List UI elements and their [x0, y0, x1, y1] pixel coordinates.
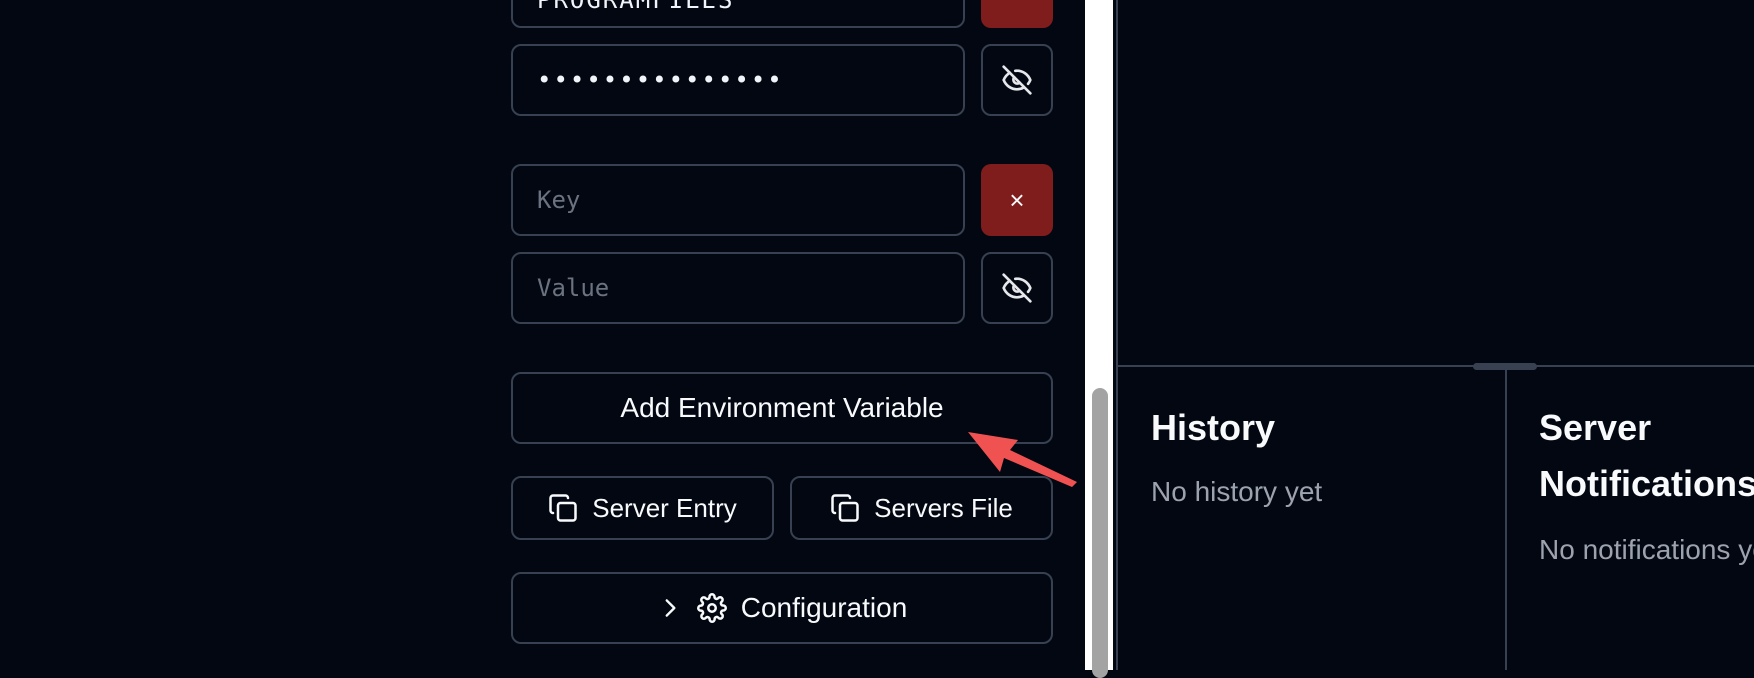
env-value-field-1[interactable]: •••••••••••••••: [511, 44, 965, 116]
notifications-title-line2: Notifications: [1539, 463, 1754, 504]
configuration-label: Configuration: [740, 592, 908, 623]
remove-env-var-button-1[interactable]: [981, 0, 1053, 28]
copy-server-entry-button[interactable]: Server Entry: [511, 476, 774, 540]
chevron-right-icon: [665, 599, 676, 617]
bottom-column-divider: [1505, 367, 1507, 670]
notifications-empty-text: No notifications yet: [1539, 534, 1754, 565]
horizontal-divider: [1118, 365, 1754, 367]
notifications-title-line1: Server: [1539, 407, 1652, 448]
notifications-panel: Server Notifications No notifications ye…: [1539, 400, 1754, 566]
toggle-visibility-button-2[interactable]: [981, 252, 1053, 324]
add-env-var-label: Add Environment Variable: [620, 392, 944, 423]
eye-off-icon: [1002, 273, 1032, 303]
history-title: History: [1151, 407, 1276, 448]
toggle-visibility-button-1[interactable]: [981, 44, 1053, 116]
close-icon: ×: [1009, 184, 1025, 215]
scrollbar-thumb[interactable]: [1092, 388, 1108, 678]
key-placeholder: Key: [537, 186, 581, 214]
env-key-field-1[interactable]: PROGRAMFILES: [511, 0, 965, 28]
server-entry-label: Server Entry: [592, 492, 737, 523]
copy-icon: [549, 494, 577, 522]
env-key-value: PROGRAMFILES: [537, 0, 735, 14]
eye-off-icon: [1002, 65, 1032, 95]
history-empty-text: No history yet: [1151, 476, 1323, 507]
env-value-masked: •••••••••••••••: [537, 66, 784, 94]
right-panel-divider: [1116, 0, 1118, 670]
gear-icon: [696, 593, 727, 623]
env-value-input-2[interactable]: Value: [511, 252, 965, 324]
servers-file-label: Servers File: [874, 492, 1013, 523]
history-panel: History No history yet: [1151, 400, 1491, 508]
env-key-input-2[interactable]: Key: [511, 164, 965, 236]
copy-icon: [831, 494, 859, 522]
configuration-toggle-button[interactable]: Configuration: [511, 572, 1053, 644]
value-placeholder: Value: [537, 274, 610, 302]
annotation-arrow: [968, 432, 1077, 487]
remove-env-var-button-2[interactable]: ×: [981, 164, 1053, 236]
